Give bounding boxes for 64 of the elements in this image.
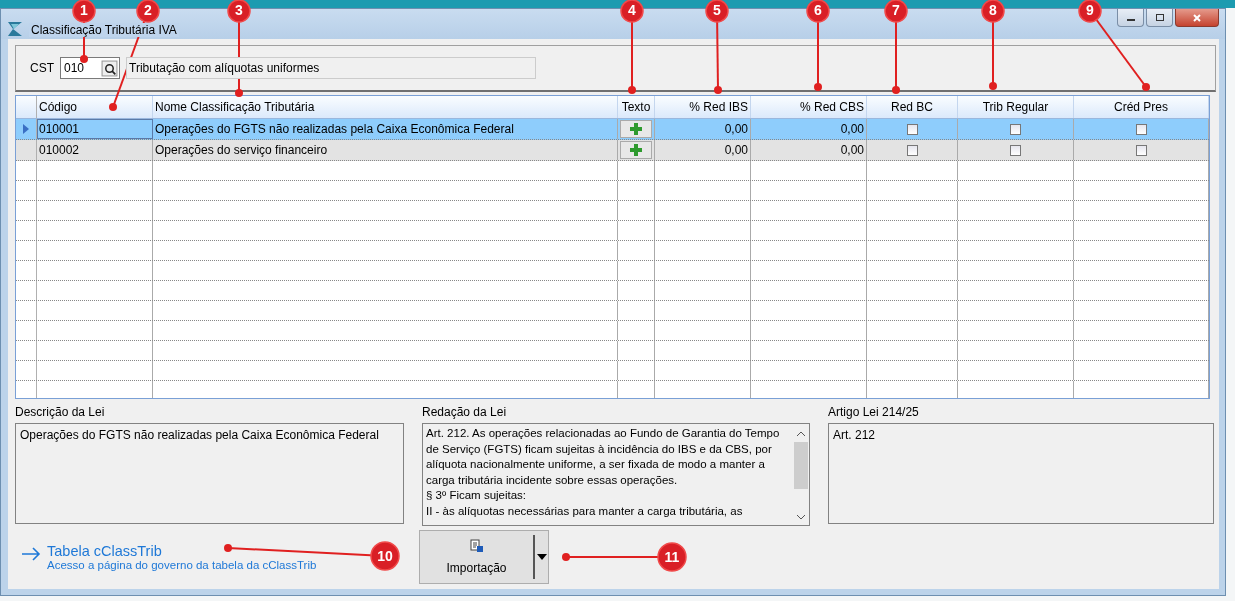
callout-number: 5 [713,2,721,18]
close-button[interactable] [1175,9,1219,27]
table-cell: 0,00 [840,143,864,157]
maximize-icon [1154,12,1165,23]
law-text-field[interactable]: Art. 212. As operações relacionadas ao Fundo de Garantia do Tempo de Serviço (FGTS) ficam sujeitas à incidência do IBS e da CBS, por alíquota nacionalmente uniforme, a ser fixada de modo a manter a carga tributária incidente sobre essas operações. § 3º Ficam sujeitas: II - às alíquotas necessárias para manter a carga tributária, as [422,423,810,526]
checkbox[interactable] [1010,123,1021,135]
table-cell: Operações do FGTS não realizadas pela Caixa Econômica Federal [155,122,514,136]
checkbox[interactable] [1135,123,1147,135]
description-label: Descrição da Lei [15,405,106,419]
search-icon[interactable] [101,59,118,77]
callout-number: 10 [377,548,393,564]
callout-number: 6 [814,2,822,18]
add-text-button[interactable] [620,141,652,159]
callout-number: 8 [989,2,997,18]
callout-number: 2 [144,2,152,18]
column-header[interactable]: % Red IBS [655,96,751,118]
chevron-down-icon[interactable] [795,514,806,520]
checkbox[interactable] [1135,144,1147,156]
callout-number: 1 [80,2,88,18]
column-header[interactable]: Créd Pres [1074,96,1209,118]
article-field[interactable]: Art. 212 [828,423,1214,524]
column-header[interactable]: Texto [618,96,655,118]
caret-icon [536,554,547,560]
callout-number: 7 [892,2,900,18]
checkbox[interactable] [906,123,918,135]
cst-field[interactable]: 010 [60,57,120,79]
app-icon [7,21,23,37]
callout-number: 4 [628,2,636,18]
column-header[interactable]: Red BC [867,96,958,118]
window-title: Classificação Tributária IVA [29,23,179,37]
minimize-icon [1126,18,1135,21]
cst-label: CST [30,61,54,75]
plus-icon [629,143,643,157]
table-cell: 0,00 [724,122,748,136]
description-field[interactable]: Operações do FGTS não realizadas pela Caixa Econômica Federal [15,423,404,524]
callout-number: 3 [235,2,243,18]
table-cell: Operações do serviço financeiro [155,143,328,157]
arrow-icon [21,547,41,561]
dropdown-button[interactable] [533,535,548,579]
maximize-button[interactable] [1146,9,1173,27]
cst-description-field: Tributação com alíquotas uniformes [126,57,536,79]
add-text-button[interactable] [620,120,652,138]
callout-number: 9 [1086,2,1094,18]
column-header[interactable]: Trib Regular [958,96,1074,118]
government-page-link[interactable]: Acesso a página do governo da tabela da cClassTrib [47,559,317,571]
checkbox[interactable] [906,144,918,156]
table-link[interactable]: Tabela cClassTrib [47,543,317,559]
table-row[interactable]: 010002 Operações do serviço financeiro 0,00 0,00 [16,140,1209,161]
plus-icon [629,122,643,136]
table-cell: 0,00 [840,122,864,136]
column-header[interactable]: % Red CBS [751,96,867,118]
checkbox[interactable] [1010,144,1021,156]
article-label: Artigo Lei 214/25 [828,405,920,419]
row-indicator-icon [23,124,29,134]
law-text-label: Redação da Lei [422,405,508,419]
table-cell: 0,00 [724,143,748,157]
minimize-button[interactable] [1117,9,1144,27]
table-row[interactable]: 010001 Operações do FGTS não realizadas pela Caixa Econômica Federal 0,00 0,00 [16,119,1209,140]
chevron-up-icon[interactable] [795,431,806,437]
table-cell: 010002 [39,143,80,157]
close-icon [1192,12,1202,23]
table-cell: 010001 [39,122,80,136]
callout-number: 11 [664,549,680,565]
document-icon [469,539,484,553]
